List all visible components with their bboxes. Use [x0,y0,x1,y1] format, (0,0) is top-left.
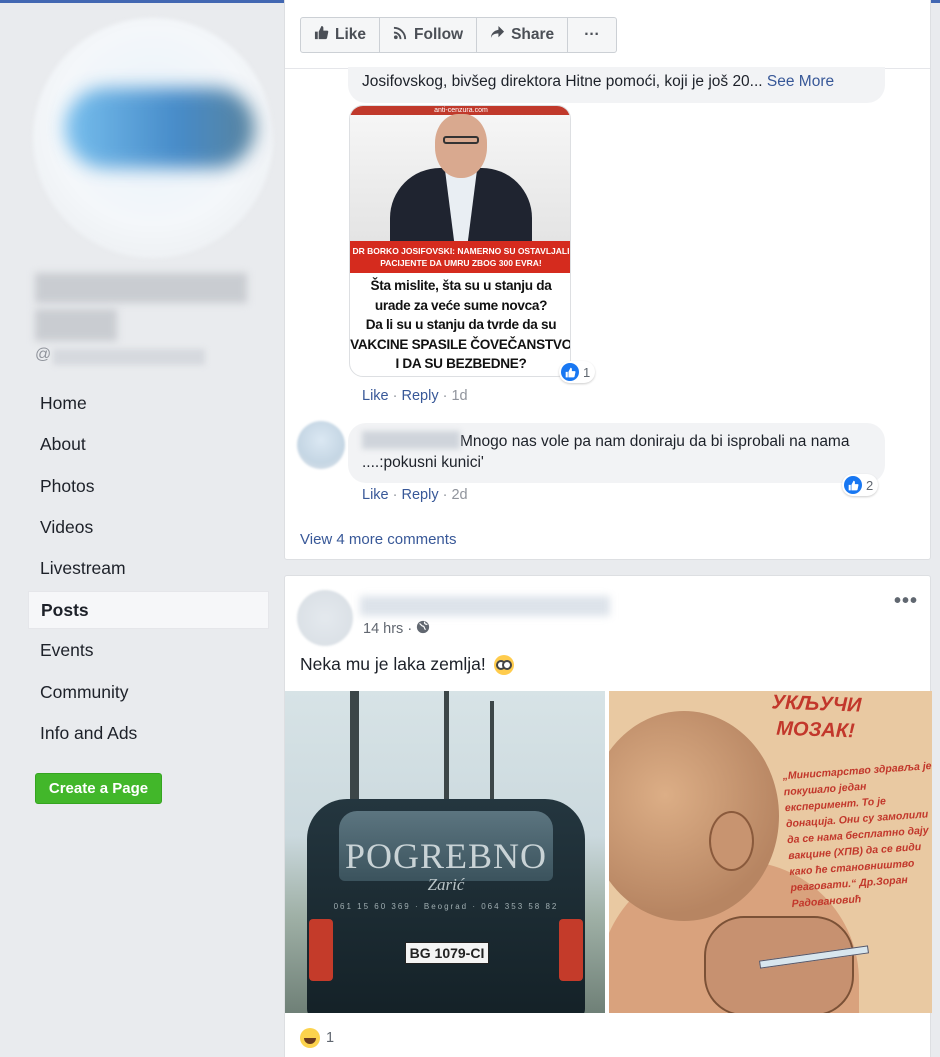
profile-picture-blurred-logo [65,88,255,168]
page-more-button[interactable]: ··· [568,18,616,52]
post-card-comments: Like Follow Share ··· Josifovskog, bivše… [284,0,931,560]
create-page-button[interactable]: Create a Page [35,773,162,804]
page-like-label: Like [335,26,367,43]
share-arrow-icon [490,25,505,45]
tail-light [309,919,333,981]
page-like-button[interactable]: Like [301,18,381,52]
comment-1-image[interactable]: anti-cenzura.com DR BORKO JOSIFOVSKI: NA… [349,105,571,377]
thumbs-up-icon [314,25,329,45]
like-reaction-icon [561,363,579,381]
image-body-line: urade za veće sume novca? [374,297,548,313]
post-message: Neka mu je laka zemlja! [300,654,486,674]
tail-light [559,919,583,981]
comment-2-reactions[interactable]: 2 [842,474,879,496]
post-reactions[interactable]: 1 [300,1028,334,1048]
man-glasses [443,136,479,144]
commenter-name-redacted[interactable] [362,431,460,449]
street-pole [350,691,359,811]
comment-2-meta: Like · Reply · 2d [362,487,468,503]
post-author-avatar[interactable] [297,590,353,646]
page-share-button[interactable]: Share [477,18,569,52]
image-body-text: Šta mislite, šta su u stanju da urade za… [350,276,571,374]
mural-title: УКЉУЧИ МОЗАК! [771,691,862,743]
nav-item-community[interactable]: Community [28,672,269,713]
comment-1-reply-link[interactable]: Reply [402,388,439,404]
separator-dot: · [407,621,413,637]
headline-line-2: PACIJENTE DA UMRU ZBOG 300 EVRA! [380,258,542,268]
image-body-line: I DA SU BEZBEDNE? [395,356,527,371]
comment-1-reactions[interactable]: 1 [559,361,596,383]
headline-line-1: DR BORKO JOSIFOVSKI: NAMERNO SU OSTAVLJA… [352,246,570,256]
street-pole [490,701,494,801]
post-timestamp: 14 hrs · [363,620,430,638]
mural-quote: „Министарство здравља је покушало један … [782,759,932,911]
comment-1-text: Josifovskog, bivšeg direktora Hitne pomo… [362,73,763,90]
page-handle-prefix: @ [35,346,52,363]
page-name-redacted-line2[interactable] [35,309,117,341]
globe-icon[interactable] [416,620,430,638]
image-body-line: VAKCINE SPASILE ČOVEČANSTVO [350,336,571,352]
post-options-icon[interactable]: ••• [894,590,918,613]
image-body-line: Da li su u stanju da tvrde da su [365,317,557,332]
man-head [435,114,487,178]
comment-2-reply-link[interactable]: Reply [402,487,439,503]
post-author-name-redacted[interactable] [360,596,610,616]
post-photo-mural[interactable]: УКЉУЧИ МОЗАК! „Министарство здравља је п… [609,691,932,1013]
page-action-bar: Like Follow Share ··· [300,17,617,53]
image-body-line: Šta mislite, šta su u stanju da [370,278,552,293]
nav-item-livestream[interactable]: Livestream [28,548,269,589]
comment-1-like-link[interactable]: Like [362,388,389,404]
commenter-avatar[interactable] [297,421,345,469]
nav-item-photos[interactable]: Photos [28,466,269,507]
post-text: Neka mu je laka zemlja! [300,654,514,675]
van-brand-subtext: Zarić [427,875,465,894]
nav-item-info-and-ads[interactable]: Info and Ads [28,713,269,754]
nerd-face-emoji-icon [493,654,514,675]
like-reaction-icon [844,476,862,494]
image-red-headline: DR BORKO JOSIFOVSKI: NAMERNO SU OSTAVLJA… [350,241,570,273]
page-nav: Home About Photos Videos Livestream Post… [28,383,269,754]
street-pole [444,691,449,801]
page-handle-redacted[interactable] [53,349,205,365]
image-photo-area: anti-cenzura.com [350,106,570,248]
hearse-van: POGREBNO Zarić 061 15 60 369 · Beograd ·… [307,799,585,1013]
nav-item-videos[interactable]: Videos [28,507,269,548]
comment-bubble-2: Mnogo nas vole pa nam doniraju da bi isp… [348,423,885,483]
see-more-link[interactable]: See More [767,73,834,90]
page-follow-button[interactable]: Follow [380,18,478,52]
comment-1-time[interactable]: 1d [451,388,467,404]
post-card: 14 hrs · ••• Neka mu je laka zemlja! POG… [284,575,932,1057]
haha-reaction-icon [300,1028,320,1048]
van-phone-numbers: 061 15 60 369 · Beograd · 064 353 58 82 [333,902,559,911]
van-brand-text: POGREBNO [344,836,548,876]
nav-item-about[interactable]: About [28,424,269,465]
post-reaction-count: 1 [326,1030,335,1046]
page-name-redacted[interactable] [35,273,247,303]
comment-bubble-1: Josifovskog, bivšeg direktora Hitne pomo… [348,67,885,103]
nav-item-posts[interactable]: Posts [28,591,269,630]
nav-item-events[interactable]: Events [28,630,269,671]
more-dots-icon: ··· [584,26,600,43]
license-plate: BG 1079-CI [405,942,489,964]
post-time-text[interactable]: 14 hrs [363,621,403,637]
comment-2-time[interactable]: 2d [451,487,467,503]
comment-2-like-link[interactable]: Like [362,487,389,503]
comment-2-reaction-count: 2 [866,477,874,493]
comment-1-reaction-count: 1 [583,364,591,380]
view-more-comments-link[interactable]: View 4 more comments [300,531,456,548]
comment-1-meta: Like · Reply · 1d [362,388,468,404]
mural-ear [709,811,754,871]
page-sidebar: @ Home About Photos Videos Livestream Po… [0,3,283,1057]
nav-item-home[interactable]: Home [28,383,269,424]
page-follow-label: Follow [414,26,464,43]
rss-follow-icon [393,25,408,45]
post-photo-hearse[interactable]: POGREBNO Zarić 061 15 60 369 · Beograd ·… [285,691,605,1013]
page-share-label: Share [511,26,555,43]
